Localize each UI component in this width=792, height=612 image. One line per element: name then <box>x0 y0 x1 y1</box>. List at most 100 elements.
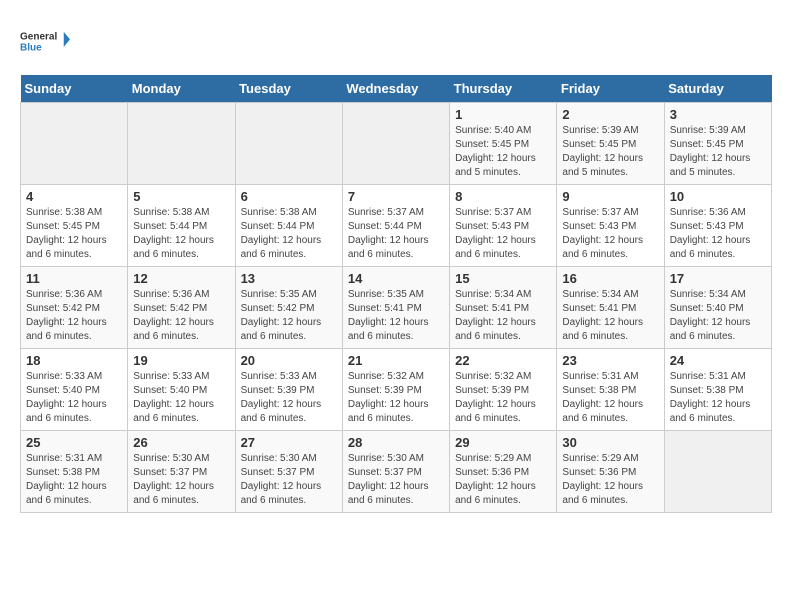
day-number: 10 <box>670 189 766 204</box>
header-monday: Monday <box>128 75 235 103</box>
day-number: 8 <box>455 189 551 204</box>
calendar-cell: 26Sunrise: 5:30 AMSunset: 5:37 PMDayligh… <box>128 431 235 513</box>
calendar-cell: 1Sunrise: 5:40 AMSunset: 5:45 PMDaylight… <box>450 103 557 185</box>
logo-svg: General Blue <box>20 20 70 65</box>
day-number: 19 <box>133 353 229 368</box>
calendar-cell <box>342 103 449 185</box>
day-info: Sunrise: 5:37 AMSunset: 5:44 PMDaylight:… <box>348 206 444 262</box>
calendar-cell: 16Sunrise: 5:34 AMSunset: 5:41 PMDayligh… <box>557 267 664 349</box>
day-number: 22 <box>455 353 551 368</box>
day-info: Sunrise: 5:34 AMSunset: 5:41 PMDaylight:… <box>562 288 658 344</box>
day-number: 30 <box>562 435 658 450</box>
calendar-cell: 29 Sunrise: 5:29 AMSunset: 5:36 PMDayligh… <box>450 431 557 513</box>
day-number: 25 <box>26 435 122 450</box>
calendar-cell: 4 Sunrise: 5:38 AMSunset: 5:45 PMDaylight… <box>21 185 128 267</box>
day-number: 3 <box>670 107 766 122</box>
header-saturday: Saturday <box>664 75 771 103</box>
day-info: Sunrise: 5:37 AMSunset: 5:43 PMDaylight:… <box>562 206 658 262</box>
calendar-cell: 2 Sunrise: 5:39 AMSunset: 5:45 PMDaylight… <box>557 103 664 185</box>
calendar-week-3: 18Sunrise: 5:33 AMSunset: 5:40 PMDayligh… <box>21 349 772 431</box>
day-info: Sunrise: 5:37 AMSunset: 5:43 PMDaylight:… <box>455 206 551 262</box>
day-info: Sunrise: 5:31 AMSunset: 5:38 PMDaylight:… <box>26 452 122 508</box>
header-tuesday: Tuesday <box>235 75 342 103</box>
calendar-cell: 18Sunrise: 5:33 AMSunset: 5:40 PMDayligh… <box>21 349 128 431</box>
calendar-cell: 30 Sunrise: 5:29 AMSunset: 5:36 PMDayligh… <box>557 431 664 513</box>
day-info: Sunrise: 5:29 AMSunset: 5:36 PMDaylight:… <box>455 452 551 508</box>
day-info: Sunrise: 5:33 AMSunset: 5:40 PMDaylight:… <box>26 370 122 426</box>
calendar-cell: 6 Sunrise: 5:38 AMSunset: 5:44 PMDaylight… <box>235 185 342 267</box>
day-info: Sunrise: 5:32 AMSunset: 5:39 PMDaylight:… <box>455 370 551 426</box>
day-info: Sunrise: 5:33 AMSunset: 5:40 PMDaylight:… <box>133 370 229 426</box>
calendar-cell: 23 Sunrise: 5:31 AMSunset: 5:38 PMDayligh… <box>557 349 664 431</box>
calendar-cell: 21Sunrise: 5:32 AMSunset: 5:39 PMDayligh… <box>342 349 449 431</box>
day-number: 2 <box>562 107 658 122</box>
day-info: Sunrise: 5:31 AMSunset: 5:38 PMDaylight:… <box>562 370 658 426</box>
day-info: Sunrise: 5:40 AMSunset: 5:45 PMDaylight:… <box>455 124 551 180</box>
day-number: 6 <box>241 189 337 204</box>
svg-text:General: General <box>20 31 57 42</box>
day-number: 9 <box>562 189 658 204</box>
calendar-week-4: 25 Sunrise: 5:31 AMSunset: 5:38 PMDayligh… <box>21 431 772 513</box>
day-info: Sunrise: 5:35 AMSunset: 5:41 PMDaylight:… <box>348 288 444 344</box>
calendar-cell: 9 Sunrise: 5:37 AMSunset: 5:43 PMDaylight… <box>557 185 664 267</box>
calendar-cell: 20Sunrise: 5:33 AMSunset: 5:39 PMDayligh… <box>235 349 342 431</box>
day-info: Sunrise: 5:35 AMSunset: 5:42 PMDaylight:… <box>241 288 337 344</box>
day-info: Sunrise: 5:29 AMSunset: 5:36 PMDaylight:… <box>562 452 658 508</box>
day-number: 4 <box>26 189 122 204</box>
calendar-cell <box>235 103 342 185</box>
day-info: Sunrise: 5:31 AMSunset: 5:38 PMDaylight:… <box>670 370 766 426</box>
calendar-cell: 27Sunrise: 5:30 AMSunset: 5:37 PMDayligh… <box>235 431 342 513</box>
day-number: 17 <box>670 271 766 286</box>
calendar-cell: 3 Sunrise: 5:39 AMSunset: 5:45 PMDaylight… <box>664 103 771 185</box>
calendar-week-1: 4 Sunrise: 5:38 AMSunset: 5:45 PMDaylight… <box>21 185 772 267</box>
day-info: Sunrise: 5:39 AMSunset: 5:45 PMDaylight:… <box>562 124 658 180</box>
calendar-cell: 28Sunrise: 5:30 AMSunset: 5:37 PMDayligh… <box>342 431 449 513</box>
day-number: 29 <box>455 435 551 450</box>
calendar-cell <box>664 431 771 513</box>
calendar-cell: 25 Sunrise: 5:31 AMSunset: 5:38 PMDayligh… <box>21 431 128 513</box>
day-info: Sunrise: 5:39 AMSunset: 5:45 PMDaylight:… <box>670 124 766 180</box>
calendar-cell: 13 Sunrise: 5:35 AMSunset: 5:42 PMDayligh… <box>235 267 342 349</box>
day-info: Sunrise: 5:38 AMSunset: 5:44 PMDaylight:… <box>133 206 229 262</box>
day-number: 14 <box>348 271 444 286</box>
calendar-cell: 17 Sunrise: 5:34 AMSunset: 5:40 PMDayligh… <box>664 267 771 349</box>
header-thursday: Thursday <box>450 75 557 103</box>
calendar-cell <box>21 103 128 185</box>
day-number: 26 <box>133 435 229 450</box>
day-number: 11 <box>26 271 122 286</box>
calendar-cell: 14 Sunrise: 5:35 AMSunset: 5:41 PMDayligh… <box>342 267 449 349</box>
day-number: 12 <box>133 271 229 286</box>
day-info: Sunrise: 5:38 AMSunset: 5:45 PMDaylight:… <box>26 206 122 262</box>
day-info: Sunrise: 5:36 AMSunset: 5:42 PMDaylight:… <box>26 288 122 344</box>
day-info: Sunrise: 5:38 AMSunset: 5:44 PMDaylight:… <box>241 206 337 262</box>
day-number: 24 <box>670 353 766 368</box>
header-sunday: Sunday <box>21 75 128 103</box>
day-number: 20 <box>241 353 337 368</box>
day-number: 7 <box>348 189 444 204</box>
day-number: 15 <box>455 271 551 286</box>
calendar-cell: 5 Sunrise: 5:38 AMSunset: 5:44 PMDaylight… <box>128 185 235 267</box>
svg-text:Blue: Blue <box>20 43 42 54</box>
calendar-header-row: SundayMondayTuesdayWednesdayThursdayFrid… <box>21 75 772 103</box>
calendar-cell: 19 Sunrise: 5:33 AMSunset: 5:40 PMDayligh… <box>128 349 235 431</box>
calendar-cell: 10 Sunrise: 5:36 AMSunset: 5:43 PMDayligh… <box>664 185 771 267</box>
day-info: Sunrise: 5:30 AMSunset: 5:37 PMDaylight:… <box>241 452 337 508</box>
calendar-cell: 8 Sunrise: 5:37 AMSunset: 5:43 PMDaylight… <box>450 185 557 267</box>
day-info: Sunrise: 5:34 AMSunset: 5:40 PMDaylight:… <box>670 288 766 344</box>
calendar-cell: 12 Sunrise: 5:36 AMSunset: 5:42 PMDayligh… <box>128 267 235 349</box>
day-number: 21 <box>348 353 444 368</box>
calendar-cell: 11 Sunrise: 5:36 AMSunset: 5:42 PMDayligh… <box>21 267 128 349</box>
day-number: 13 <box>241 271 337 286</box>
day-info: Sunrise: 5:36 AMSunset: 5:42 PMDaylight:… <box>133 288 229 344</box>
day-info: Sunrise: 5:34 AMSunset: 5:41 PMDaylight:… <box>455 288 551 344</box>
calendar-week-2: 11 Sunrise: 5:36 AMSunset: 5:42 PMDayligh… <box>21 267 772 349</box>
calendar-cell: 22 Sunrise: 5:32 AMSunset: 5:39 PMDayligh… <box>450 349 557 431</box>
calendar-cell: 24 Sunrise: 5:31 AMSunset: 5:38 PMDayligh… <box>664 349 771 431</box>
calendar-cell <box>128 103 235 185</box>
day-number: 23 <box>562 353 658 368</box>
calendar-week-0: 1Sunrise: 5:40 AMSunset: 5:45 PMDaylight… <box>21 103 772 185</box>
day-info: Sunrise: 5:36 AMSunset: 5:43 PMDaylight:… <box>670 206 766 262</box>
calendar-table: SundayMondayTuesdayWednesdayThursdayFrid… <box>20 75 772 513</box>
calendar-cell: 15 Sunrise: 5:34 AMSunset: 5:41 PMDayligh… <box>450 267 557 349</box>
day-number: 5 <box>133 189 229 204</box>
